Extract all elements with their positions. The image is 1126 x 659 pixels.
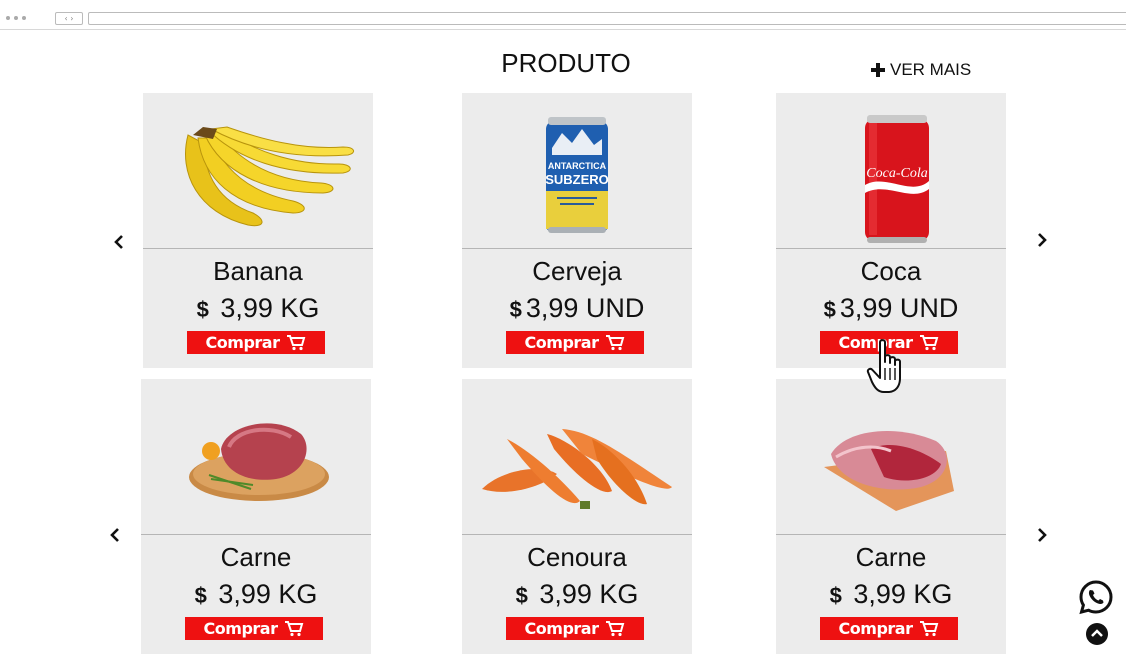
address-bar[interactable]: [88, 12, 1126, 25]
product-price: $ 3,99 KG: [141, 579, 371, 610]
product-card: Cenoura $ 3,99 KG Comprar: [462, 379, 692, 654]
product-card: ANTARCTICA SUBZERO Cerveja $3,99 UND Com…: [462, 93, 692, 368]
window-dots: [6, 16, 26, 20]
product-image-cerveja: ANTARCTICA SUBZERO: [462, 93, 692, 248]
comprar-label: Comprar: [203, 619, 278, 638]
product-card: Carne $ 3,99 KG Comprar: [141, 379, 371, 654]
cart-icon: [285, 621, 304, 637]
window-dot[interactable]: [22, 16, 26, 20]
currency-symbol: $: [829, 583, 842, 608]
product-image-carne: [776, 379, 1006, 534]
price-value: 3,99 KG: [220, 293, 320, 323]
cart-icon: [287, 335, 306, 351]
comprar-button[interactable]: Comprar: [187, 331, 325, 354]
card-divider: [776, 248, 1006, 249]
whatsapp-icon[interactable]: [1077, 578, 1115, 616]
back-forward-button[interactable]: ‹ ›: [55, 12, 83, 25]
product-image-banana: [143, 93, 373, 248]
plus-icon: [870, 62, 886, 78]
product-price: $ 3,99 KG: [143, 293, 373, 324]
chevron-right-icon[interactable]: [1033, 231, 1051, 249]
card-divider: [462, 534, 692, 535]
section-title: PRODUTO: [501, 48, 631, 78]
cart-icon: [920, 335, 939, 351]
comprar-label: Comprar: [524, 619, 599, 638]
card-divider: [776, 534, 1006, 535]
price-value: 3,99 KG: [218, 579, 318, 609]
cart-icon: [606, 621, 625, 637]
window-dot[interactable]: [6, 16, 10, 20]
product-price: $ 3,99 KG: [776, 579, 1006, 610]
comprar-label: Comprar: [838, 619, 913, 638]
comprar-button[interactable]: Comprar: [185, 617, 323, 640]
product-name: Banana: [213, 256, 303, 286]
comprar-label: Comprar: [205, 333, 280, 352]
price-value: 3,99 UND: [525, 293, 645, 323]
product-image-coca: Coca-Cola: [776, 93, 1006, 248]
product-name: Carne: [855, 542, 927, 572]
browser-chrome: ‹ ›: [0, 0, 1126, 30]
window-dot[interactable]: [14, 16, 18, 20]
cart-icon: [920, 621, 939, 637]
currency-symbol: $: [515, 583, 528, 608]
card-divider: [143, 248, 373, 249]
product-card: Coca-Cola Coca $3,99 UND Comprar: [776, 93, 1006, 368]
comprar-label: Comprar: [838, 333, 913, 352]
currency-symbol: $: [196, 297, 209, 322]
comprar-button[interactable]: Comprar: [506, 331, 644, 354]
product-name: Carne: [220, 542, 292, 572]
comprar-label: Comprar: [524, 333, 599, 352]
currency-symbol: $: [194, 583, 207, 608]
product-image-cenoura: [462, 379, 692, 534]
comprar-button[interactable]: Comprar: [820, 331, 958, 354]
ver-mais-label: VER MAIS: [890, 60, 972, 79]
product-image-carne: [141, 379, 371, 534]
ver-mais-link[interactable]: VER MAIS: [870, 60, 971, 80]
can-label-antarctica: ANTARCTICA: [548, 161, 607, 171]
comprar-button[interactable]: Comprar: [820, 617, 958, 640]
currency-symbol: $: [509, 297, 522, 322]
currency-symbol: $: [823, 297, 836, 322]
product-name: Coca: [860, 256, 922, 286]
price-value: 3,99 KG: [539, 579, 639, 609]
arrow-up-icon[interactable]: [1085, 622, 1109, 646]
comprar-button[interactable]: Comprar: [506, 617, 644, 640]
product-price: $ 3,99 KG: [462, 579, 692, 610]
card-divider: [462, 248, 692, 249]
product-price: $3,99 UND: [776, 293, 1006, 324]
chrome-divider: [0, 29, 1126, 30]
product-price: $3,99 UND: [462, 293, 692, 324]
can-label-subzero: SUBZERO: [545, 172, 609, 187]
product-card: Banana $ 3,99 KG Comprar: [143, 93, 373, 368]
can-label-coca-cola: Coca-Cola: [866, 166, 927, 181]
chevron-left-icon[interactable]: [106, 526, 124, 544]
product-name: Cerveja: [532, 256, 622, 286]
chevron-right-icon[interactable]: [1033, 526, 1051, 544]
chevron-left-icon[interactable]: [110, 233, 128, 251]
cart-icon: [606, 335, 625, 351]
card-divider: [141, 534, 371, 535]
price-value: 3,99 KG: [853, 579, 953, 609]
product-card: Carne $ 3,99 KG Comprar: [776, 379, 1006, 654]
product-name: Cenoura: [527, 542, 627, 572]
price-value: 3,99 UND: [839, 293, 959, 323]
